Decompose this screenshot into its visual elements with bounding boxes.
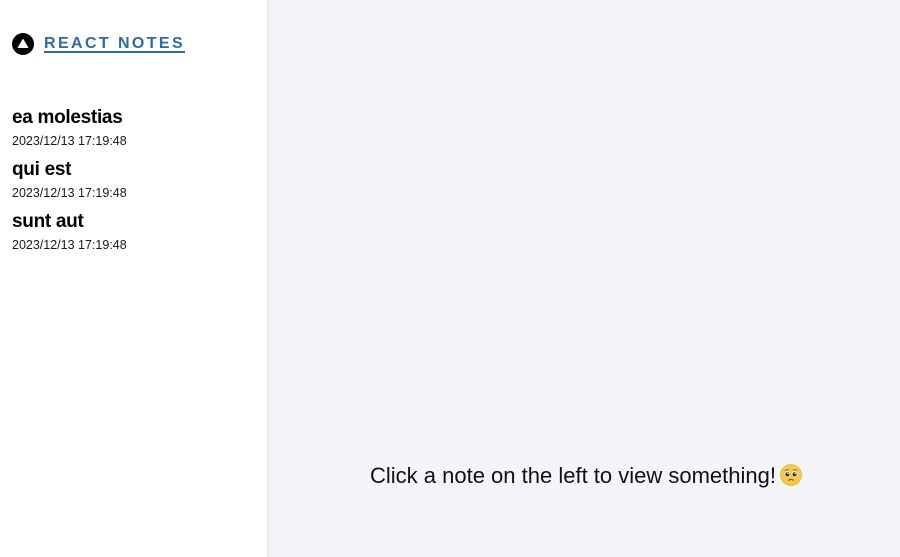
note-updated-time: 2023/12/13 17:19:48 xyxy=(12,238,127,252)
note-viewer: Click a note on the left to view somethi… xyxy=(268,0,900,557)
note-list-item[interactable]: sunt aut 2023/12/13 17:19:48 xyxy=(12,210,127,262)
note-list: ea molestias 2023/12/13 17:19:48 qui est… xyxy=(12,106,127,262)
note-updated-time: 2023/12/13 17:19:48 xyxy=(12,134,127,148)
brand-title: REACT NOTES xyxy=(44,35,186,52)
note-updated-time: 2023/12/13 17:19:48 xyxy=(12,186,127,200)
note-list-item[interactable]: qui est 2023/12/13 17:19:48 xyxy=(12,158,127,210)
empty-state: Click a note on the left to view somethi… xyxy=(268,463,900,489)
note-title: ea molestias xyxy=(12,107,123,128)
react-notes-logo-icon xyxy=(12,33,34,55)
app-root: REACT NOTES ea molestias 2023/12/13 17:1… xyxy=(0,0,900,557)
empty-state-message: Click a note on the left to view somethi… xyxy=(370,463,776,488)
note-title: sunt aut xyxy=(12,211,84,232)
brand-link[interactable]: REACT NOTES xyxy=(12,33,185,55)
note-title: qui est xyxy=(12,159,72,180)
sidebar: REACT NOTES ea molestias 2023/12/13 17:1… xyxy=(0,0,268,557)
note-list-item[interactable]: ea molestias 2023/12/13 17:19:48 xyxy=(12,106,127,158)
pleading-face-emoji-icon xyxy=(780,464,802,486)
